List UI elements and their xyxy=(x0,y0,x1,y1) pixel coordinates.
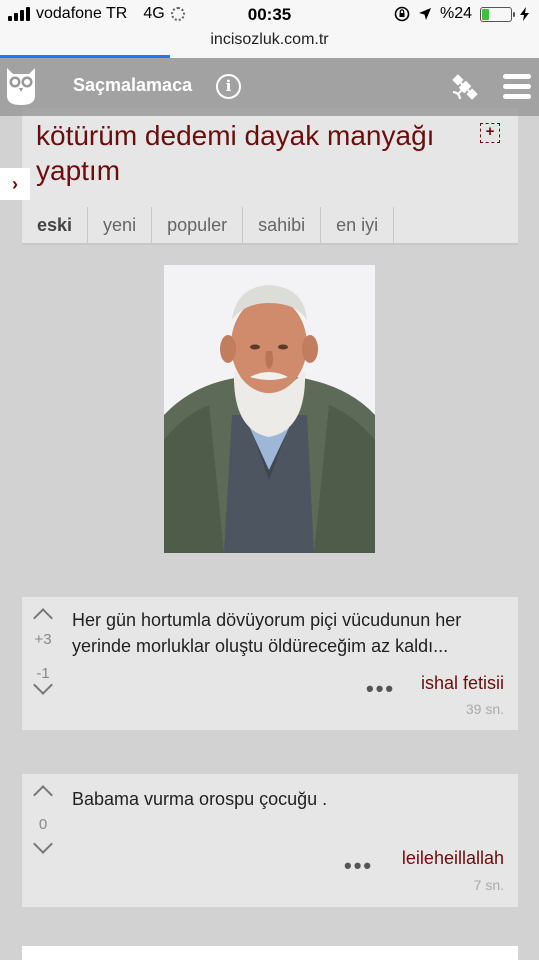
entry-author[interactable]: ishal fetisii xyxy=(421,673,504,694)
charging-icon xyxy=(520,7,529,21)
vote-score: 0 xyxy=(38,816,48,833)
entry-text: Her gün hortumla dövüyorum piçi vücudunu… xyxy=(72,610,462,656)
status-bar: vodafone TR 4G 00:35 %24 xyxy=(0,0,539,30)
side-drawer-toggle[interactable]: › xyxy=(0,168,30,200)
tab-sahibi[interactable]: sahibi xyxy=(243,207,322,243)
info-icon[interactable]: i xyxy=(216,74,241,99)
battery-icon xyxy=(480,6,515,22)
topic-title[interactable]: kötürüm dedemi dayak manyağı yaptım xyxy=(36,118,486,188)
url-domain: incisozluk.com.tr xyxy=(210,31,329,48)
tab-populer[interactable]: populer xyxy=(152,207,244,243)
status-right: %24 xyxy=(394,5,529,23)
upvote-chevron-icon[interactable] xyxy=(33,785,53,805)
location-icon xyxy=(418,8,431,20)
topic-header: kötürüm dedemi dayak manyağı yaptım + es… xyxy=(22,108,518,245)
vote-column: 0 xyxy=(22,785,64,854)
entry-author[interactable]: leileheillallah xyxy=(402,848,504,869)
vote-column: +3 -1 xyxy=(22,608,64,695)
tab-yeni[interactable]: yeni xyxy=(88,207,153,243)
elderly-man-photo xyxy=(164,265,375,553)
owl-logo-icon[interactable] xyxy=(4,66,38,106)
entry-text: Babama vurma orospu çocuğu . xyxy=(72,789,328,809)
follow-topic-button[interactable]: + xyxy=(480,123,500,143)
topic-photo[interactable] xyxy=(164,265,375,553)
next-entry-card xyxy=(22,946,518,960)
battery-percent: %24 xyxy=(439,5,472,22)
tab-eski[interactable]: eski xyxy=(22,207,89,243)
satellite-icon[interactable] xyxy=(448,70,482,104)
entry-card: +3 -1 Her gün hortumla dövüyorum piçi vü… xyxy=(22,597,518,730)
site-top-nav: Saçmalamaca i xyxy=(0,58,539,116)
sort-tabs: eski yeni populer sahibi en iyi xyxy=(22,207,518,245)
entry-time[interactable]: 7 sn. xyxy=(474,877,504,893)
tab-en-iyi[interactable]: en iyi xyxy=(321,207,395,243)
entry-menu-button[interactable]: ••• xyxy=(366,676,395,702)
hamburger-menu-icon[interactable] xyxy=(503,74,531,100)
entry-card: 0 Babama vurma orospu çocuğu . ••• leile… xyxy=(22,774,518,907)
entry-time[interactable]: 39 sn. xyxy=(466,701,504,717)
upvote-count: +3 xyxy=(34,631,52,648)
site-title[interactable]: Saçmalamaca xyxy=(73,75,192,96)
url-bar[interactable]: incisozluk.com.tr xyxy=(0,30,539,58)
entry-menu-button[interactable]: ••• xyxy=(344,853,373,879)
upvote-chevron-icon[interactable] xyxy=(33,608,53,628)
downvote-chevron-icon[interactable] xyxy=(33,834,53,854)
rotation-lock-icon xyxy=(394,6,410,22)
